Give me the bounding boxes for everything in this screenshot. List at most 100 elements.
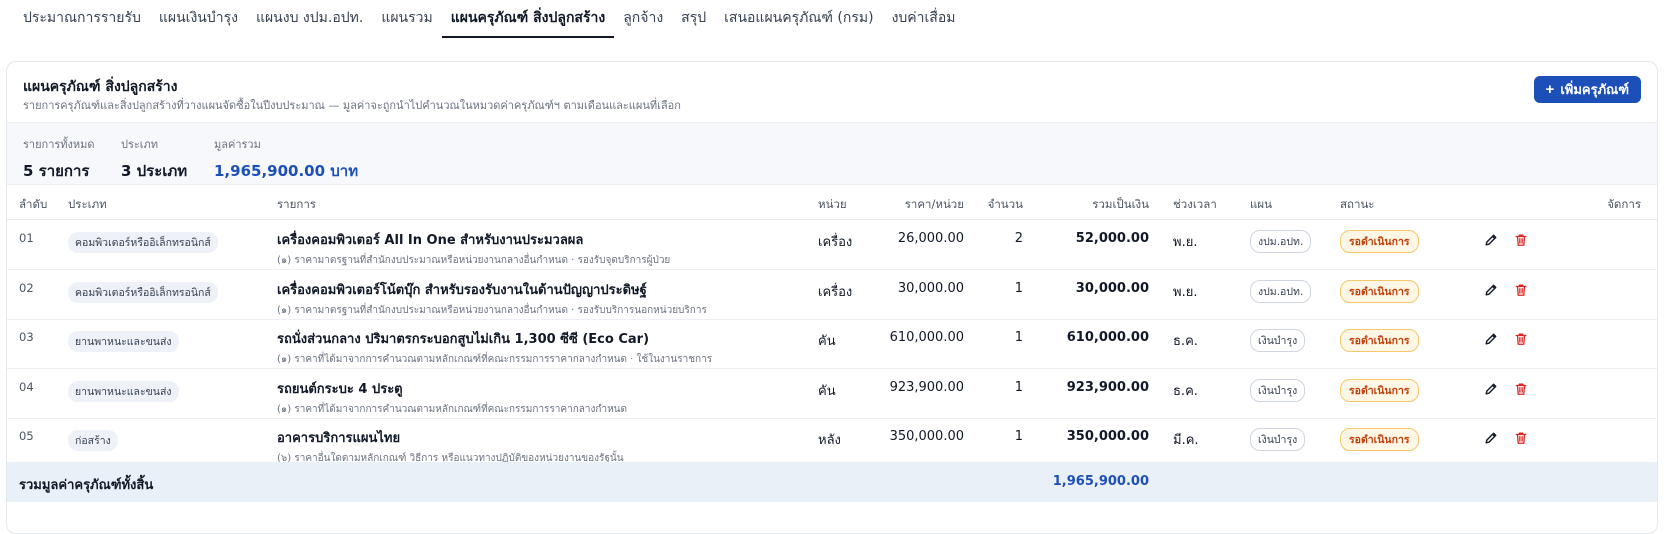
row-unit-price: 350,000.00 xyxy=(889,429,964,444)
row-period: พ.ย. xyxy=(1173,284,1198,300)
row-unit: คัน xyxy=(818,383,836,399)
table-row: 04 ยานพาหนะและขนส่ง รถยนต์กระบะ 4 ประตู … xyxy=(7,369,1657,419)
row-total: 350,000.00 xyxy=(1066,429,1149,444)
stat-types-label: ประเภท xyxy=(121,138,159,151)
item-description: (๑) ราคาที่ได้มาจากการคำนวณตามหลักเกณฑ์ท… xyxy=(277,403,627,415)
row-type: คอมพิวเตอร์หรืออิเล็กทรอนิกส์ xyxy=(68,231,218,253)
card-title: แผนครุภัณฑ์ สิ่งปลูกสร้าง xyxy=(23,79,178,95)
tab-combined-plan[interactable]: แผนรวม xyxy=(372,0,441,38)
type-chip: ยานพาหนะและขนส่ง xyxy=(68,380,179,402)
type-chip: คอมพิวเตอร์หรืออิเล็กทรอนิกส์ xyxy=(68,281,218,303)
row-actions xyxy=(1483,430,1529,446)
add-equipment-button[interactable]: + เพิ่มครุภัณฑ์ xyxy=(1533,76,1641,103)
plan-badge: งปม.อปท. xyxy=(1250,230,1312,253)
plan-badge: งปม.อปท. xyxy=(1250,279,1312,303)
row-plan: เงินบำรุง xyxy=(1250,428,1306,451)
row-quantity: 1 xyxy=(1014,379,1023,395)
header-period: ช่วงเวลา xyxy=(1173,197,1217,211)
row-period: ธ.ค. xyxy=(1173,383,1198,399)
row-index: 01 xyxy=(19,231,34,245)
row-status: รอดำเนินการ xyxy=(1340,279,1419,303)
row-status: รอดำเนินการ xyxy=(1340,230,1419,253)
table-row: 02 คอมพิวเตอร์หรืออิเล็กทรอนิกส์ เครื่อง… xyxy=(7,270,1657,320)
row-actions xyxy=(1483,282,1529,298)
header-actions: จัดการ xyxy=(1607,197,1641,211)
trash-icon[interactable] xyxy=(1513,430,1529,446)
row-total: 610,000.00 xyxy=(1066,330,1149,345)
status-badge: รอดำเนินการ xyxy=(1340,230,1419,253)
row-quantity: 1 xyxy=(1014,330,1023,345)
plan-badge: เงินบำรุง xyxy=(1250,378,1306,402)
row-period: พ.ย. xyxy=(1173,235,1198,250)
tab-revenue-estimate[interactable]: ประมาณการรายรับ xyxy=(14,0,150,38)
type-chip: ก่อสร้าง xyxy=(68,430,118,451)
header-total: รวมเป็นเงิน xyxy=(1092,197,1149,211)
header-quantity: จำนวน xyxy=(987,197,1023,211)
stat-total-items-value: 5 รายการ xyxy=(23,162,90,180)
row-unit: เครื่อง xyxy=(818,235,853,250)
row-status: รอดำเนินการ xyxy=(1340,329,1419,352)
plan-badge: เงินบำรุง xyxy=(1250,428,1306,451)
trash-icon[interactable] xyxy=(1513,381,1529,397)
trash-icon[interactable] xyxy=(1513,232,1529,248)
header-plan: แผน xyxy=(1250,197,1273,211)
tab-maintenance-fund-plan[interactable]: แผนเงินบำรุง xyxy=(150,0,247,38)
item-description: (๑) ราคามาตรฐานที่สำนักงบประมาณหรือหน่วย… xyxy=(277,304,707,316)
row-unit: หลัง xyxy=(818,433,841,448)
header-index: ลำดับ xyxy=(19,197,48,211)
stat-total-value: มูลค่ารวม 1,965,900.00 บาท xyxy=(214,135,358,183)
row-unit-price: 923,900.00 xyxy=(889,379,964,395)
status-badge: รอดำเนินการ xyxy=(1340,378,1419,402)
plan-badge: เงินบำรุง xyxy=(1250,329,1306,352)
tab-summary[interactable]: สรุป xyxy=(672,0,715,38)
row-actions xyxy=(1483,232,1529,248)
card-header: แผนครุภัณฑ์ สิ่งปลูกสร้าง รายการครุภัณฑ์… xyxy=(7,62,1657,122)
plus-icon: + xyxy=(1545,81,1555,98)
row-plan: งปม.อปท. xyxy=(1250,279,1312,303)
type-chip: คอมพิวเตอร์หรืออิเล็กทรอนิกส์ xyxy=(68,232,218,253)
pencil-icon[interactable] xyxy=(1483,282,1499,298)
item-description: (๑) ราคามาตรฐานที่สำนักงบประมาณหรือหน่วย… xyxy=(277,255,671,266)
row-index: 02 xyxy=(19,280,34,295)
pencil-icon[interactable] xyxy=(1483,381,1499,397)
pencil-icon[interactable] xyxy=(1483,430,1499,446)
footer-label: รวมมูลค่าครุภัณฑ์ทั้งสิ้น xyxy=(19,478,154,493)
row-status: รอดำเนินการ xyxy=(1340,378,1419,402)
stat-types-value: 3 ประเภท xyxy=(121,162,188,180)
item-title: เครื่องคอมพิวเตอร์ All In One สำหรับงานป… xyxy=(277,233,584,248)
row-unit-price: 26,000.00 xyxy=(897,231,964,246)
tab-bar: ประมาณการรายรับ แผนเงินบำรุง แผนงบ งปม.อ… xyxy=(14,0,964,38)
header-item: รายการ xyxy=(277,197,316,211)
table-row: 05 ก่อสร้าง อาคารบริการแผนไทย (๖) ราคาอื… xyxy=(7,418,1657,468)
row-item: อาคารบริการแผนไทย (๖) ราคาอื่นใดตามหลักเ… xyxy=(277,427,624,466)
stat-total-value-label: มูลค่ารวม xyxy=(214,138,261,151)
row-total: 923,900.00 xyxy=(1066,379,1149,395)
item-title: รถยนต์กระบะ 4 ประตู xyxy=(277,381,403,397)
tab-equipment-building-plan[interactable]: แผนครุภัณฑ์ สิ่งปลูกสร้าง xyxy=(441,0,615,38)
table-footer: รวมมูลค่าครุภัณฑ์ทั้งสิ้น 1,965,900.00 xyxy=(7,462,1657,502)
type-chip: ยานพาหนะและขนส่ง xyxy=(68,331,179,352)
tab-employees[interactable]: ลูกจ้าง xyxy=(614,0,672,38)
trash-icon[interactable] xyxy=(1513,331,1529,347)
trash-icon[interactable] xyxy=(1513,282,1529,298)
stat-total-items: รายการทั้งหมด 5 รายการ xyxy=(23,135,95,183)
pencil-icon[interactable] xyxy=(1483,331,1499,347)
row-unit: คัน xyxy=(818,334,836,349)
header-type: ประเภท xyxy=(68,197,107,211)
tab-local-budget-plan[interactable]: แผนงบ งปม.อปท. xyxy=(247,0,372,38)
status-badge: รอดำเนินการ xyxy=(1340,279,1419,303)
pencil-icon[interactable] xyxy=(1483,232,1499,248)
row-unit-price: 30,000.00 xyxy=(897,280,964,296)
item-title: อาคารบริการแผนไทย xyxy=(277,431,401,446)
stat-total-items-label: รายการทั้งหมด xyxy=(23,138,95,151)
row-type: ก่อสร้าง xyxy=(68,429,118,451)
row-actions xyxy=(1483,331,1529,347)
item-title: เครื่องคอมพิวเตอร์โน้ตบุ๊ก สำหรับรองรับง… xyxy=(277,282,647,298)
row-item: รถยนต์กระบะ 4 ประตู (๑) ราคาที่ได้มาจากก… xyxy=(277,378,627,417)
row-period: ธ.ค. xyxy=(1173,334,1198,349)
card-subtitle: รายการครุภัณฑ์และสิ่งปลูกสร้างที่วางแผนจ… xyxy=(23,99,681,112)
tab-depreciation-budget[interactable]: งบค่าเสื่อม xyxy=(883,0,965,38)
table-row: 01 คอมพิวเตอร์หรืออิเล็กทรอนิกส์ เครื่อง… xyxy=(7,220,1657,270)
tab-department-equipment-proposal[interactable]: เสนอแผนครุภัณฑ์ (กรม) xyxy=(715,0,882,38)
row-quantity: 2 xyxy=(1014,231,1023,246)
